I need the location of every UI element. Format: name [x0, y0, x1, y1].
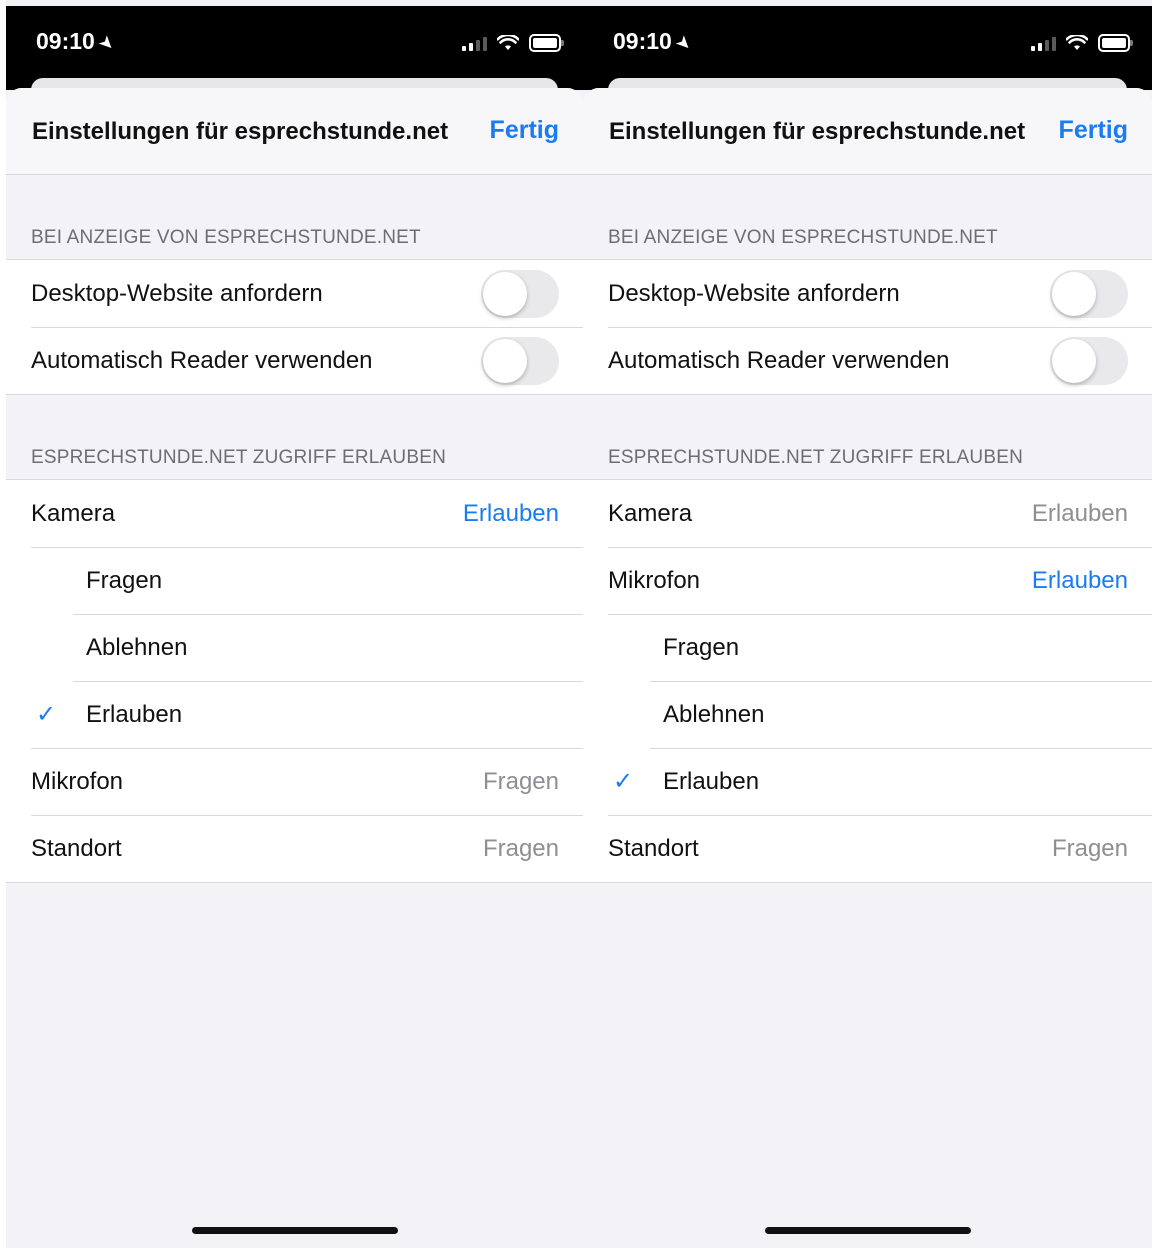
camera-row[interactable]: Kamera Erlauben [583, 480, 1152, 547]
display-settings-group: Desktop-Website anfordern Automatisch Re… [583, 259, 1152, 395]
microphone-option-ask[interactable]: Fragen [583, 614, 1152, 681]
location-value: Fragen [482, 834, 559, 862]
option-label: Ablehnen [663, 700, 765, 728]
section-header-access: ESPRECHSTUNDE.NET ZUGRIFF ERLAUBEN [31, 447, 447, 468]
checkmark-icon: ✓ [36, 701, 57, 728]
settings-sheet: Einstellungen für esprechstunde.net Fert… [6, 88, 583, 1248]
location-label: Standort [608, 834, 699, 862]
wifi-icon [1066, 35, 1088, 50]
nav-bar: Einstellungen für esprechstunde.net Fert… [6, 88, 583, 175]
cellular-signal-icon [462, 35, 487, 51]
status-time: 09:10➤ [613, 28, 697, 56]
desktop-website-toggle[interactable] [481, 269, 559, 318]
reader-toggle[interactable] [481, 336, 559, 385]
location-row[interactable]: Standort Fragen [6, 815, 583, 882]
camera-label: Kamera [608, 499, 693, 527]
option-label: Fragen [663, 633, 740, 661]
section-header-display: BEI ANZEIGE VON ESPRECHSTUNDE.NET [31, 227, 421, 248]
location-label: Standort [31, 834, 122, 862]
home-indicator[interactable] [191, 1227, 398, 1234]
wifi-icon [497, 35, 519, 50]
toggle-knob [483, 271, 527, 316]
access-settings-group: Kamera Erlauben Mikrofon Erlauben Fragen… [583, 479, 1152, 883]
nav-bar: Einstellungen für esprechstunde.net Fert… [583, 88, 1152, 175]
camera-value: Erlauben [462, 499, 559, 527]
option-label: Ablehnen [86, 633, 188, 661]
section-header-display: BEI ANZEIGE VON ESPRECHSTUNDE.NET [608, 227, 998, 248]
option-label: Erlauben [86, 700, 183, 728]
settings-sheet: Einstellungen für esprechstunde.net Fert… [583, 88, 1152, 1248]
option-label: Fragen [86, 566, 163, 594]
camera-row[interactable]: Kamera Erlauben [6, 480, 583, 547]
microphone-label: Mikrofon [31, 767, 124, 795]
microphone-value: Erlauben [1031, 566, 1128, 594]
camera-option-allow[interactable]: ✓ Erlauben [6, 681, 583, 748]
access-settings-group: Kamera Erlauben Fragen Ablehnen ✓ Erlaub… [6, 479, 583, 883]
microphone-row[interactable]: Mikrofon Fragen [6, 748, 583, 815]
camera-option-deny[interactable]: Ablehnen [6, 614, 583, 681]
microphone-option-deny[interactable]: Ablehnen [583, 681, 1152, 748]
desktop-website-toggle[interactable] [1050, 269, 1128, 318]
status-time: 09:10➤ [36, 28, 120, 56]
location-arrow-icon: ➤ [671, 30, 697, 56]
camera-option-ask[interactable]: Fragen [6, 547, 583, 614]
option-label: Erlauben [663, 767, 760, 795]
desktop-website-label: Desktop-Website anfordern [31, 279, 323, 307]
page-title: Einstellungen für esprechstunde.net [609, 118, 1026, 145]
cellular-signal-icon [1031, 35, 1056, 51]
page-title: Einstellungen für esprechstunde.net [32, 118, 449, 145]
done-button[interactable]: Fertig [1059, 116, 1128, 145]
reader-row: Automatisch Reader verwenden [6, 327, 583, 394]
location-arrow-icon: ➤ [94, 30, 120, 56]
reader-toggle[interactable] [1050, 336, 1128, 385]
microphone-value: Fragen [482, 767, 559, 795]
battery-icon [1098, 34, 1133, 52]
toggle-knob [1052, 338, 1096, 383]
desktop-website-row: Desktop-Website anfordern [583, 260, 1152, 327]
checkmark-icon: ✓ [613, 768, 634, 795]
done-button[interactable]: Fertig [490, 116, 559, 145]
camera-value: Erlauben [1031, 499, 1128, 527]
toggle-knob [1052, 271, 1096, 316]
toggle-knob [483, 338, 527, 383]
microphone-label: Mikrofon [608, 566, 701, 594]
screen-camera-expanded: 09:10➤ Einstellungen für esprechstunde.n… [6, 0, 583, 1248]
reader-label: Automatisch Reader verwenden [608, 346, 950, 374]
desktop-website-row: Desktop-Website anfordern [6, 260, 583, 327]
microphone-option-allow[interactable]: ✓ Erlauben [583, 748, 1152, 815]
status-bar: 09:10➤ [583, 6, 1152, 108]
battery-icon [529, 34, 564, 52]
screen-microphone-expanded: 09:10➤ Einstellungen für esprechstunde.n… [583, 0, 1152, 1248]
camera-label: Kamera [31, 499, 116, 527]
location-value: Fragen [1051, 834, 1128, 862]
home-indicator[interactable] [764, 1227, 971, 1234]
desktop-website-label: Desktop-Website anfordern [608, 279, 900, 307]
section-header-access: ESPRECHSTUNDE.NET ZUGRIFF ERLAUBEN [608, 447, 1024, 468]
reader-row: Automatisch Reader verwenden [583, 327, 1152, 394]
display-settings-group: Desktop-Website anfordern Automatisch Re… [6, 259, 583, 395]
reader-label: Automatisch Reader verwenden [31, 346, 373, 374]
location-row[interactable]: Standort Fragen [583, 815, 1152, 882]
microphone-row[interactable]: Mikrofon Erlauben [583, 547, 1152, 614]
status-bar: 09:10➤ [6, 6, 583, 108]
